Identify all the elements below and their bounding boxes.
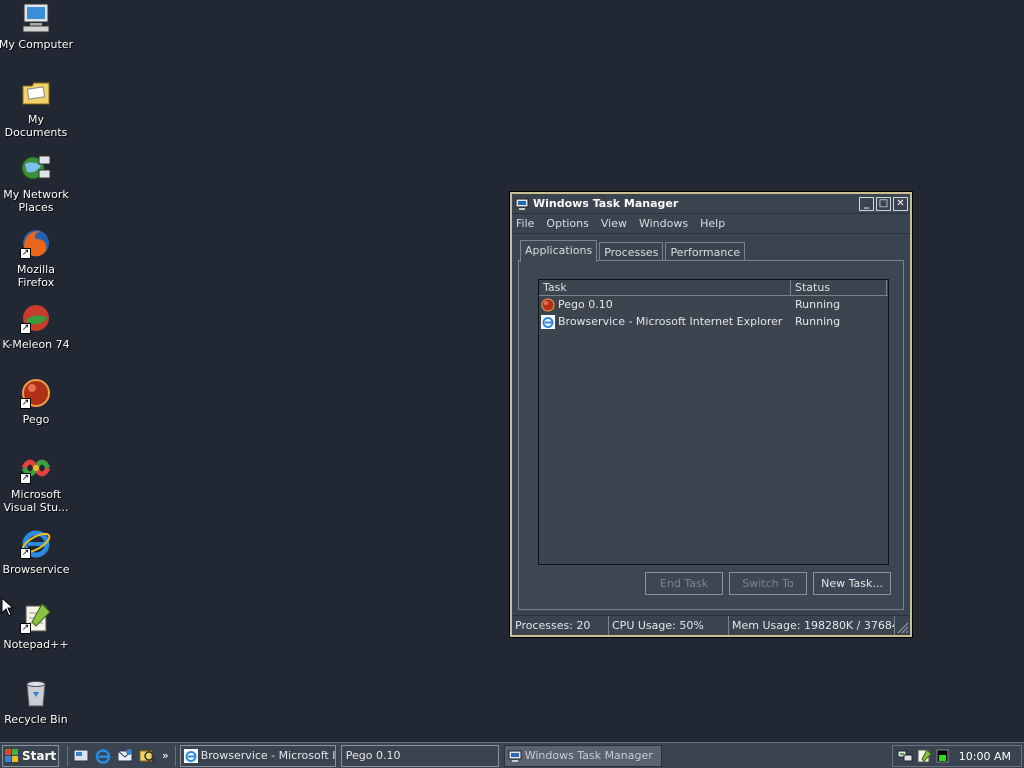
firefox-icon: ↗ [20, 227, 52, 259]
column-header-task[interactable]: Task [539, 280, 791, 295]
windows-logo-icon [5, 749, 18, 762]
internet-explorer-icon: ↗ [20, 527, 52, 559]
task-list[interactable]: Task Status Pego 0.10 Running Browservic… [538, 279, 889, 565]
start-label: Start [22, 748, 57, 763]
shortcut-arrow-icon: ↗ [20, 623, 31, 634]
desktop-icon-network-places[interactable]: My Network Places [0, 152, 74, 214]
start-button[interactable]: Start [2, 744, 59, 767]
tab-applications[interactable]: Applications [520, 240, 598, 262]
task-manager-icon [508, 750, 522, 762]
taskbar-button-label: Windows Task Manager [524, 749, 653, 762]
quick-launch-more-button[interactable]: » [162, 749, 169, 762]
network-icon [20, 152, 52, 184]
task-status: Running [795, 315, 841, 328]
notepad-tray-icon[interactable] [916, 749, 932, 763]
menu-windows[interactable]: Windows [639, 217, 688, 230]
show-desktop-icon[interactable] [72, 747, 90, 765]
kmeleon-icon: ↗ [20, 302, 52, 334]
menu-file[interactable]: File [516, 217, 534, 230]
visual-studio-icon: ↗ [20, 452, 52, 484]
tab-processes[interactable]: Processes [599, 242, 664, 262]
task-status: Running [795, 298, 841, 311]
search-icon[interactable] [138, 747, 156, 765]
internet-explorer-icon[interactable] [94, 747, 112, 765]
status-processes: Processes: 20 [512, 616, 609, 635]
shortcut-arrow-icon: ↗ [20, 398, 31, 409]
desktop-icon-label: Pego [22, 413, 50, 426]
folder-icon [20, 77, 52, 109]
menu-view[interactable]: View [601, 217, 627, 230]
end-task-button[interactable]: End Task [645, 572, 723, 595]
task-name: Pego 0.10 [558, 298, 613, 311]
desktop-icon-my-documents[interactable]: My Documents [0, 77, 74, 139]
clock[interactable]: 10:00 AM [959, 750, 1011, 763]
minimize-button[interactable]: _ [859, 196, 874, 211]
desktop-icon-label: Microsoft Visual Stu... [3, 488, 69, 514]
taskbar-button-label: Browservice - Microsoft I... [200, 749, 336, 762]
desktop-icon-recycle-bin[interactable]: Recycle Bin [0, 677, 74, 726]
taskbar-button-pego[interactable]: Pego 0.10 [340, 744, 499, 767]
desktop-icon-label: My Documents [4, 113, 68, 139]
taskbar-button-task-manager[interactable]: Windows Task Manager [503, 744, 662, 767]
desktop-icon-label: My Computer [0, 38, 74, 51]
task-name: Browservice - Microsoft Internet Explore… [558, 315, 783, 328]
pego-icon: ↗ [20, 377, 52, 409]
task-list-header: Task Status [539, 280, 888, 296]
menu-help[interactable]: Help [700, 217, 725, 230]
mouse-cursor-icon [1, 597, 15, 617]
status-mem: Mem Usage: 198280K / 3768420K [729, 616, 895, 635]
shortcut-arrow-icon: ↗ [20, 548, 31, 559]
taskbar-button-label: Pego 0.10 [345, 749, 401, 762]
status-bar: Processes: 20 CPU Usage: 50% Mem Usage: … [512, 615, 910, 635]
recycle-bin-icon [20, 677, 52, 709]
pego-icon [541, 298, 555, 311]
desktop-icon-pego[interactable]: ↗ Pego [0, 377, 74, 426]
window-title: Windows Task Manager [533, 197, 679, 210]
table-row[interactable]: Pego 0.10 Running [539, 296, 888, 313]
task-manager-icon [515, 198, 529, 210]
title-bar[interactable]: Windows Task Manager _ □ ✕ [512, 194, 910, 214]
tab-strip: Applications Processes Performance [520, 240, 747, 262]
task-manager-window[interactable]: Windows Task Manager _ □ ✕ File Options … [510, 192, 912, 637]
applications-panel: Task Status Pego 0.10 Running Browservic… [518, 260, 904, 610]
network-connection-icon[interactable] [897, 749, 913, 763]
computer-icon [20, 2, 52, 34]
taskbar-button-browservice[interactable]: Browservice - Microsoft I... [179, 744, 336, 767]
menu-bar: File Options View Windows Help [512, 214, 910, 234]
desktop-icon-label: Mozilla Firefox [17, 263, 55, 289]
status-cpu: CPU Usage: 50% [609, 616, 729, 635]
desktop-icon-my-computer[interactable]: My Computer [0, 2, 74, 51]
shortcut-arrow-icon: ↗ [20, 473, 31, 484]
maximize-button[interactable]: □ [876, 196, 891, 211]
resize-grip-icon[interactable] [895, 620, 909, 634]
task-manager-cpu-meter-icon[interactable] [935, 749, 951, 763]
switch-to-button[interactable]: Switch To [729, 572, 807, 595]
desktop-icon-label: Notepad++ [3, 638, 69, 651]
desktop-icon-label: K-Meleon 74 [2, 338, 70, 351]
desktop-icon-label: My Network Places [3, 188, 69, 214]
desktop-icon-kmeleon[interactable]: ↗ K-Meleon 74 [0, 302, 74, 351]
desktop-icon-label: Browservice [2, 563, 70, 576]
outlook-express-icon[interactable] [116, 747, 134, 765]
desktop-icon-visual-studio[interactable]: ↗ Microsoft Visual Stu... [0, 452, 74, 514]
internet-explorer-icon [541, 314, 555, 329]
menu-options[interactable]: Options [546, 217, 588, 230]
notepadpp-icon: ↗ [20, 602, 52, 634]
quick-launch: » [67, 745, 175, 766]
taskbar: Start » Browservice - Microsoft I... Peg… [0, 742, 1024, 768]
desktop-icon-browservice[interactable]: ↗ Browservice [0, 527, 74, 576]
taskbar-divider [174, 745, 176, 766]
shortcut-arrow-icon: ↗ [20, 248, 31, 259]
column-header-status[interactable]: Status [791, 280, 887, 295]
tab-performance[interactable]: Performance [665, 242, 746, 262]
desktop-icon-label: Recycle Bin [4, 713, 68, 726]
table-row[interactable]: Browservice - Microsoft Internet Explore… [539, 313, 888, 330]
shortcut-arrow-icon: ↗ [20, 323, 31, 334]
desktop-icon-firefox[interactable]: ↗ Mozilla Firefox [0, 227, 74, 289]
system-tray: 10:00 AM [892, 745, 1022, 767]
close-button[interactable]: ✕ [893, 196, 908, 211]
internet-explorer-icon [183, 748, 198, 763]
new-task-button[interactable]: New Task... [813, 572, 891, 595]
